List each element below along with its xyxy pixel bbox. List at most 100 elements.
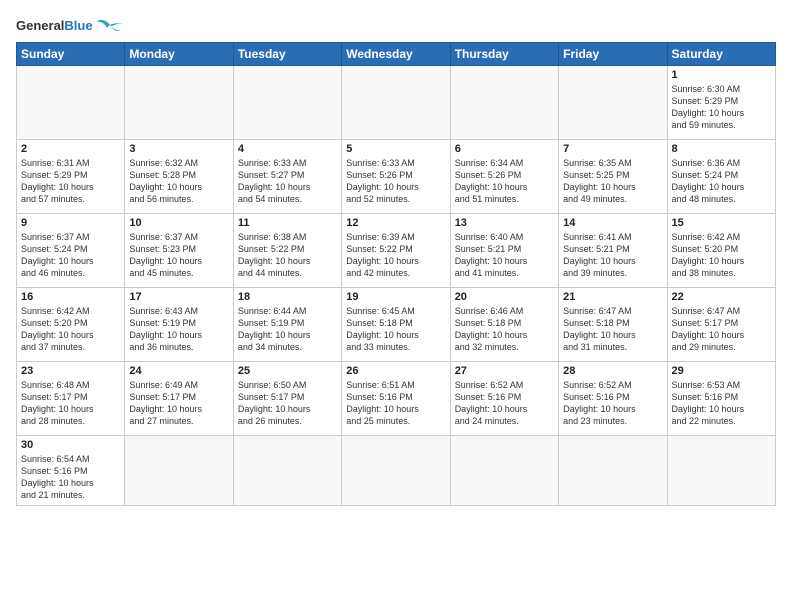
calendar-week-row: 23 Sunrise: 6:48 AM Sunset: 5:17 PM Dayli… (17, 362, 776, 436)
calendar-cell: 5Sunrise: 6:33 AM Sunset: 5:26 PM Daylig… (342, 140, 450, 214)
col-header-monday: Monday (125, 43, 233, 66)
calendar-week-row: 1 Sunrise: 6:30 AM Sunset: 5:29 PM Daylig… (17, 66, 776, 140)
day-info: Sunrise: 6:38 AM Sunset: 5:22 PM Dayligh… (238, 231, 337, 280)
calendar-cell (125, 66, 233, 140)
day-number: 22 (672, 291, 771, 303)
calendar: SundayMondayTuesdayWednesdayThursdayFrid… (16, 42, 776, 506)
calendar-cell (667, 436, 775, 506)
calendar-cell (450, 436, 558, 506)
calendar-cell: 21Sunrise: 6:47 AM Sunset: 5:18 PM Dayli… (559, 288, 667, 362)
day-info: Sunrise: 6:36 AM Sunset: 5:24 PM Dayligh… (672, 157, 771, 206)
day-number: 15 (672, 217, 771, 229)
day-number: 3 (129, 143, 228, 155)
calendar-cell (233, 436, 341, 506)
day-info: Sunrise: 6:35 AM Sunset: 5:25 PM Dayligh… (563, 157, 662, 206)
calendar-cell (125, 436, 233, 506)
day-number: 13 (455, 217, 554, 229)
calendar-cell: 18 Sunrise: 6:44 AM Sunset: 5:19 PM Dayli… (233, 288, 341, 362)
calendar-cell: 6Sunrise: 6:34 AM Sunset: 5:26 PM Daylig… (450, 140, 558, 214)
day-info: Sunrise: 6:33 AM Sunset: 5:26 PM Dayligh… (346, 157, 445, 206)
day-number: 1 (672, 69, 771, 81)
day-info: Sunrise: 6:53 AM Sunset: 5:16 PM Dayligh… (672, 379, 771, 428)
logo: GeneralBlue (16, 12, 125, 36)
col-header-tuesday: Tuesday (233, 43, 341, 66)
day-info: Sunrise: 6:45 AM Sunset: 5:18 PM Dayligh… (346, 305, 445, 354)
calendar-cell: 8 Sunrise: 6:36 AM Sunset: 5:24 PM Daylig… (667, 140, 775, 214)
day-info: Sunrise: 6:44 AM Sunset: 5:19 PM Dayligh… (238, 305, 337, 354)
calendar-cell: 28Sunrise: 6:52 AM Sunset: 5:16 PM Dayli… (559, 362, 667, 436)
calendar-cell (342, 66, 450, 140)
col-header-wednesday: Wednesday (342, 43, 450, 66)
calendar-cell (233, 66, 341, 140)
day-number: 30 (21, 439, 120, 451)
calendar-cell: 20Sunrise: 6:46 AM Sunset: 5:18 PM Dayli… (450, 288, 558, 362)
calendar-cell: 2 Sunrise: 6:31 AM Sunset: 5:29 PM Daylig… (17, 140, 125, 214)
day-number: 9 (21, 217, 120, 229)
day-info: Sunrise: 6:52 AM Sunset: 5:16 PM Dayligh… (455, 379, 554, 428)
day-number: 26 (346, 365, 445, 377)
day-number: 10 (129, 217, 228, 229)
day-info: Sunrise: 6:42 AM Sunset: 5:20 PM Dayligh… (21, 305, 120, 354)
day-info: Sunrise: 6:31 AM Sunset: 5:29 PM Dayligh… (21, 157, 120, 206)
day-info: Sunrise: 6:49 AM Sunset: 5:17 PM Dayligh… (129, 379, 228, 428)
day-info: Sunrise: 6:48 AM Sunset: 5:17 PM Dayligh… (21, 379, 120, 428)
day-info: Sunrise: 6:54 AM Sunset: 5:16 PM Dayligh… (21, 453, 120, 502)
calendar-cell (17, 66, 125, 140)
day-info: Sunrise: 6:32 AM Sunset: 5:28 PM Dayligh… (129, 157, 228, 206)
calendar-cell: 12Sunrise: 6:39 AM Sunset: 5:22 PM Dayli… (342, 214, 450, 288)
col-header-saturday: Saturday (667, 43, 775, 66)
day-number: 17 (129, 291, 228, 303)
day-number: 11 (238, 217, 337, 229)
calendar-cell: 13Sunrise: 6:40 AM Sunset: 5:21 PM Dayli… (450, 214, 558, 288)
day-info: Sunrise: 6:39 AM Sunset: 5:22 PM Dayligh… (346, 231, 445, 280)
calendar-cell: 14Sunrise: 6:41 AM Sunset: 5:21 PM Dayli… (559, 214, 667, 288)
calendar-cell: 25 Sunrise: 6:50 AM Sunset: 5:17 PM Dayli… (233, 362, 341, 436)
day-number: 23 (21, 365, 120, 377)
calendar-cell: 9 Sunrise: 6:37 AM Sunset: 5:24 PM Daylig… (17, 214, 125, 288)
calendar-cell: 26 Sunrise: 6:51 AM Sunset: 5:16 PM Dayli… (342, 362, 450, 436)
calendar-week-row: 16Sunrise: 6:42 AM Sunset: 5:20 PM Dayli… (17, 288, 776, 362)
calendar-cell: 7 Sunrise: 6:35 AM Sunset: 5:25 PM Daylig… (559, 140, 667, 214)
day-number: 24 (129, 365, 228, 377)
calendar-cell: 1 Sunrise: 6:30 AM Sunset: 5:29 PM Daylig… (667, 66, 775, 140)
calendar-cell: 23 Sunrise: 6:48 AM Sunset: 5:17 PM Dayli… (17, 362, 125, 436)
calendar-cell: 10 Sunrise: 6:37 AM Sunset: 5:23 PM Dayli… (125, 214, 233, 288)
calendar-week-row: 30 Sunrise: 6:54 AM Sunset: 5:16 PM Dayli… (17, 436, 776, 506)
calendar-cell: 30 Sunrise: 6:54 AM Sunset: 5:16 PM Dayli… (17, 436, 125, 506)
calendar-cell (559, 66, 667, 140)
day-info: Sunrise: 6:37 AM Sunset: 5:24 PM Dayligh… (21, 231, 120, 280)
calendar-cell: 24 Sunrise: 6:49 AM Sunset: 5:17 PM Dayli… (125, 362, 233, 436)
calendar-cell: 19 Sunrise: 6:45 AM Sunset: 5:18 PM Dayli… (342, 288, 450, 362)
day-info: Sunrise: 6:30 AM Sunset: 5:29 PM Dayligh… (672, 83, 771, 132)
calendar-cell: 16Sunrise: 6:42 AM Sunset: 5:20 PM Dayli… (17, 288, 125, 362)
day-info: Sunrise: 6:51 AM Sunset: 5:16 PM Dayligh… (346, 379, 445, 428)
col-header-thursday: Thursday (450, 43, 558, 66)
day-info: Sunrise: 6:34 AM Sunset: 5:26 PM Dayligh… (455, 157, 554, 206)
day-info: Sunrise: 6:37 AM Sunset: 5:23 PM Dayligh… (129, 231, 228, 280)
calendar-header-row: SundayMondayTuesdayWednesdayThursdayFrid… (17, 43, 776, 66)
day-info: Sunrise: 6:50 AM Sunset: 5:17 PM Dayligh… (238, 379, 337, 428)
day-number: 7 (563, 143, 662, 155)
calendar-cell (450, 66, 558, 140)
calendar-cell: 29Sunrise: 6:53 AM Sunset: 5:16 PM Dayli… (667, 362, 775, 436)
logo-text: GeneralBlue (16, 19, 93, 33)
header: GeneralBlue (16, 12, 776, 36)
day-info: Sunrise: 6:47 AM Sunset: 5:18 PM Dayligh… (563, 305, 662, 354)
day-number: 18 (238, 291, 337, 303)
day-info: Sunrise: 6:33 AM Sunset: 5:27 PM Dayligh… (238, 157, 337, 206)
day-info: Sunrise: 6:41 AM Sunset: 5:21 PM Dayligh… (563, 231, 662, 280)
day-number: 20 (455, 291, 554, 303)
day-number: 19 (346, 291, 445, 303)
calendar-cell: 3 Sunrise: 6:32 AM Sunset: 5:28 PM Daylig… (125, 140, 233, 214)
day-number: 2 (21, 143, 120, 155)
day-number: 25 (238, 365, 337, 377)
calendar-cell: 4Sunrise: 6:33 AM Sunset: 5:27 PM Daylig… (233, 140, 341, 214)
calendar-cell: 15Sunrise: 6:42 AM Sunset: 5:20 PM Dayli… (667, 214, 775, 288)
day-number: 28 (563, 365, 662, 377)
col-header-sunday: Sunday (17, 43, 125, 66)
day-number: 8 (672, 143, 771, 155)
calendar-week-row: 2 Sunrise: 6:31 AM Sunset: 5:29 PM Daylig… (17, 140, 776, 214)
col-header-friday: Friday (559, 43, 667, 66)
calendar-week-row: 9 Sunrise: 6:37 AM Sunset: 5:24 PM Daylig… (17, 214, 776, 288)
calendar-cell: 11 Sunrise: 6:38 AM Sunset: 5:22 PM Dayli… (233, 214, 341, 288)
